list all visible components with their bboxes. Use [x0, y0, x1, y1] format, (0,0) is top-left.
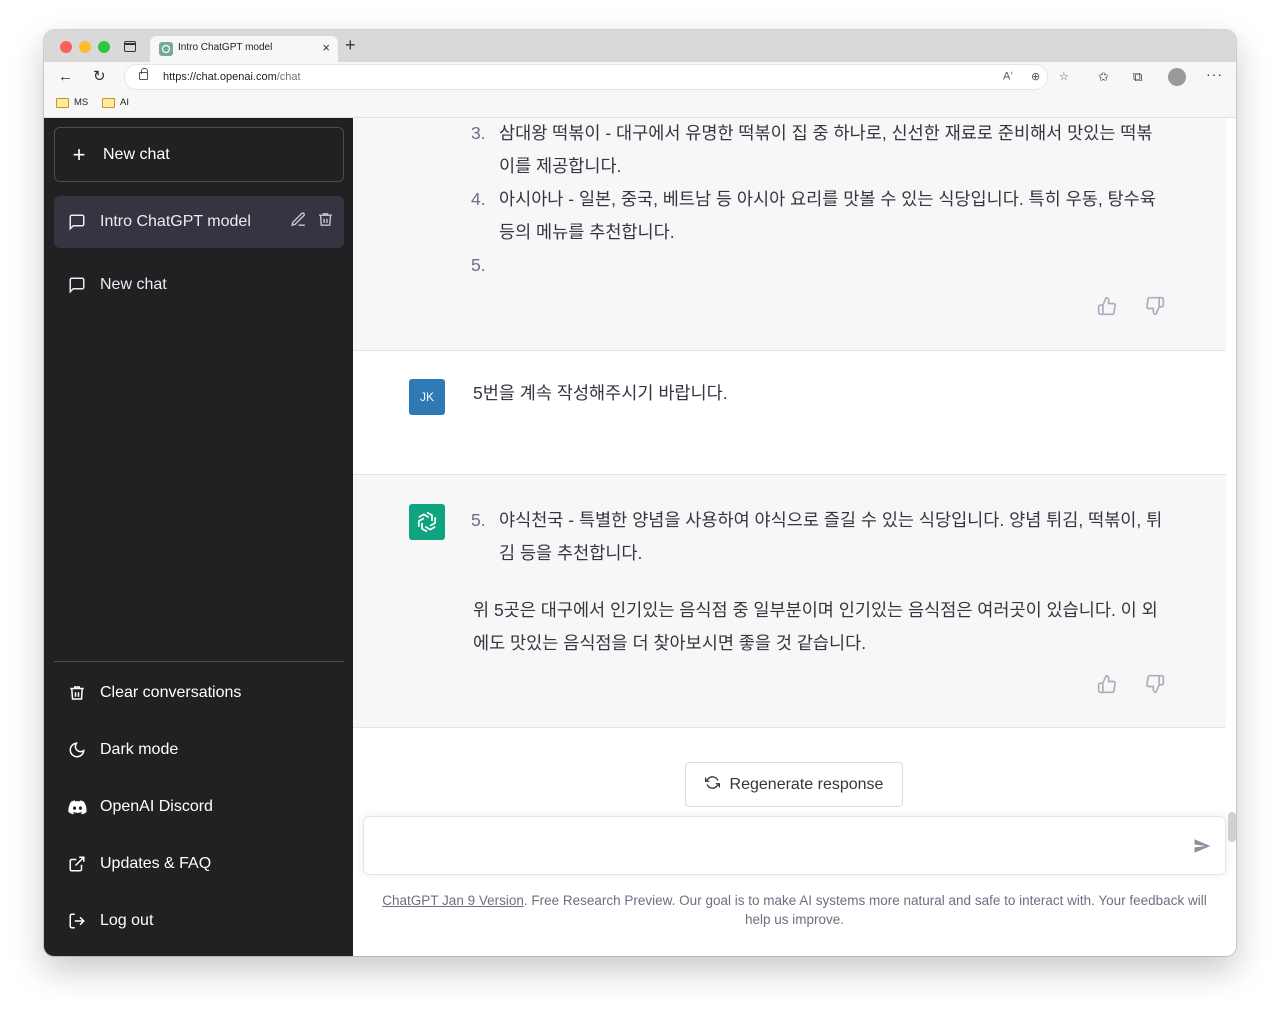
list-item: 5. 야식천국 - 특별한 양념을 사용하여 야식으로 즐길 수 있는 식당입니다… [471, 510, 1163, 563]
assistant-message-prev: 3. 삼대왕 떡볶이 - 대구에서 유명한 떡볶이 집 중 하나로, 신선한 재료… [353, 118, 1226, 351]
menu-label: OpenAI Discord [100, 798, 213, 815]
message-content: 5번을 계속 작성해주시기 바랍니다. [473, 383, 728, 403]
bookmarks-bar: MS AI [44, 92, 1236, 118]
menu-label: Dark mode [100, 741, 179, 758]
openai-favicon-icon [159, 42, 173, 56]
chat-bubble-icon [54, 276, 100, 294]
folder-icon [102, 97, 115, 108]
list-item: 4. 아시아나 - 일본, 중국, 베트남 등 아시아 요리를 맛볼 수 있는 식… [471, 189, 1156, 242]
sidebar-divider [54, 661, 344, 662]
moon-icon [54, 741, 100, 759]
updates-faq-link[interactable]: Updates & FAQ [54, 842, 344, 886]
clear-conversations-button[interactable]: Clear conversations [54, 671, 344, 715]
chat-bubble-icon [54, 213, 100, 231]
logout-icon [54, 912, 100, 930]
minimize-window-button[interactable] [79, 41, 91, 53]
edit-icon[interactable] [290, 211, 307, 233]
log-out-button[interactable]: Log out [54, 899, 344, 943]
back-icon[interactable]: ← [58, 68, 73, 86]
tab-title: Intro ChatGPT model [178, 42, 273, 53]
thumbs-up-icon[interactable] [1097, 296, 1117, 321]
trash-icon [54, 684, 100, 702]
regenerate-response-button[interactable]: Regenerate response [685, 762, 903, 807]
collections-icon[interactable]: ⧉ [1133, 68, 1142, 86]
bookmark-ms[interactable]: MS [56, 97, 88, 108]
maximize-window-button[interactable] [98, 41, 110, 53]
favorites-icon[interactable]: ✩ [1098, 68, 1109, 86]
chat-main: 3. 삼대왕 떡볶이 - 대구에서 유명한 떡볶이 집 중 하나로, 신선한 재료… [353, 118, 1236, 956]
lock-icon [139, 68, 148, 80]
tab-close-icon[interactable]: × [322, 40, 330, 55]
send-icon[interactable] [1193, 837, 1211, 860]
folder-icon [56, 97, 69, 108]
bookmark-ai[interactable]: AI [102, 97, 129, 108]
favorite-add-icon[interactable]: ☆ [1059, 70, 1069, 83]
address-bar[interactable]: https://chat.openai.com/chat A› ⊕ ☆ [124, 64, 1069, 90]
external-link-icon [54, 855, 100, 873]
tab-strip: Intro ChatGPT model × + [44, 30, 1236, 62]
profile-avatar[interactable] [1168, 68, 1186, 86]
dark-mode-button[interactable]: Dark mode [54, 728, 344, 772]
new-chat-label: New chat [103, 145, 170, 163]
regenerate-label: Regenerate response [729, 775, 884, 793]
list-item: 3. 삼대왕 떡볶이 - 대구에서 유명한 떡볶이 집 중 하나로, 신선한 재료… [471, 123, 1153, 176]
conversation-label: Intro ChatGPT model [100, 213, 251, 230]
chatgpt-logo-icon [409, 504, 445, 540]
version-link[interactable]: ChatGPT Jan 9 Version [382, 893, 524, 908]
answer-paragraph: 위 5곳은 대구에서 인기있는 음식점 중 일부분이며 인기있는 음식점은 여러… [473, 600, 1158, 653]
new-tab-icon[interactable]: + [345, 35, 356, 56]
conversation-item[interactable]: New chat [54, 259, 344, 311]
refresh-icon [704, 775, 720, 795]
footer-disclaimer: ChatGPT Jan 9 Version. Free Research Pre… [382, 893, 1207, 927]
menu-label: Updates & FAQ [100, 855, 212, 872]
menu-label: Log out [100, 912, 154, 929]
close-window-button[interactable] [60, 41, 72, 53]
feedback-buttons [1097, 296, 1165, 321]
new-chat-button[interactable]: + New chat [54, 127, 344, 182]
conversation-label: New chat [100, 276, 167, 293]
browser-toolbar: ← ↻ https://chat.openai.com/chat A› ⊕ ☆ … [44, 62, 1236, 92]
read-aloud-icon[interactable]: A› [1003, 70, 1013, 83]
user-message: JK 5번을 계속 작성해주시기 바랍니다. [353, 351, 1226, 475]
thumbs-down-icon[interactable] [1145, 296, 1165, 321]
delete-icon[interactable] [317, 211, 334, 233]
tab-actions-icon[interactable] [124, 41, 136, 52]
message-input[interactable] [363, 816, 1226, 875]
reload-icon[interactable]: ↻ [93, 68, 106, 86]
conversation-item-active[interactable]: Intro ChatGPT model [54, 196, 344, 248]
thumbs-up-icon[interactable] [1097, 674, 1117, 699]
more-icon[interactable]: ··· [1206, 66, 1223, 82]
openai-discord-link[interactable]: OpenAI Discord [54, 785, 344, 829]
browser-tab[interactable]: Intro ChatGPT model × [150, 36, 338, 62]
zoom-icon[interactable]: ⊕ [1031, 70, 1040, 83]
message-content: 3. 삼대왕 떡볶이 - 대구에서 유명한 떡볶이 집 중 하나로, 신선한 재료… [471, 118, 1163, 275]
url-text: https://chat.openai.com/chat [163, 71, 301, 83]
sidebar: + New chat Intro ChatGPT model New chat [44, 118, 353, 956]
browser-window: Intro ChatGPT model × + ← ↻ https://chat… [44, 30, 1236, 956]
assistant-message: 5. 야식천국 - 특별한 양념을 사용하여 야식으로 즐길 수 있는 식당입니다… [353, 475, 1226, 728]
discord-icon [54, 799, 100, 815]
user-avatar: JK [409, 379, 445, 415]
scrollbar[interactable] [1228, 812, 1236, 842]
plus-icon: + [72, 141, 86, 167]
feedback-buttons [1097, 674, 1165, 699]
menu-label: Clear conversations [100, 684, 242, 701]
thumbs-down-icon[interactable] [1145, 674, 1165, 699]
message-content: 5. 야식천국 - 특별한 양념을 사용하여 야식으로 즐길 수 있는 식당입니다… [471, 504, 1163, 660]
